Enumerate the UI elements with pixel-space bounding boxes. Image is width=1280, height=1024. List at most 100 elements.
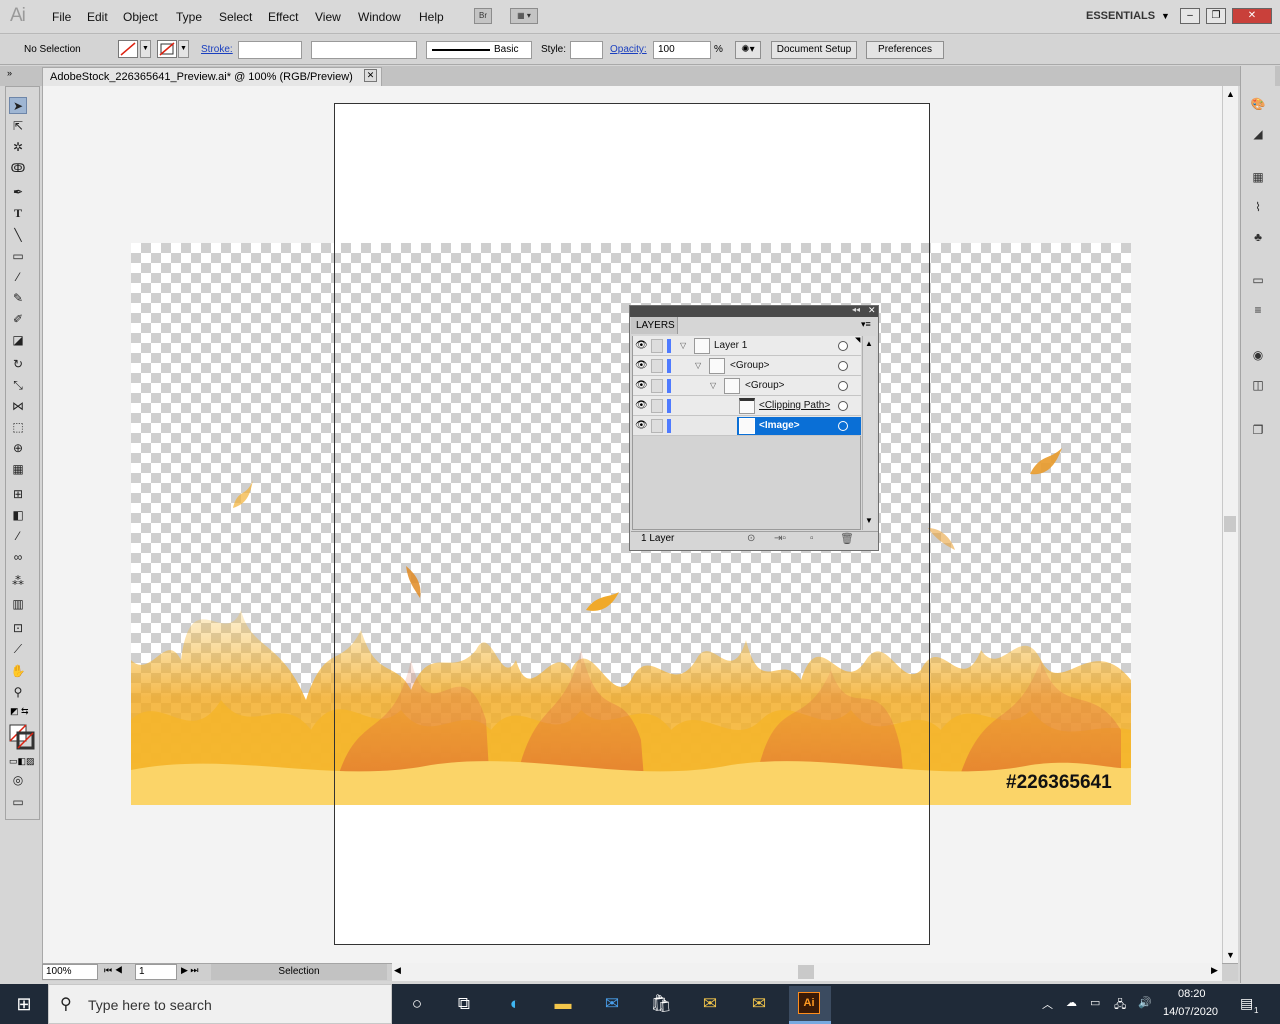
menu-file[interactable]: File bbox=[52, 10, 71, 24]
menu-effect[interactable]: Effect bbox=[268, 10, 298, 24]
lock-toggle[interactable] bbox=[651, 339, 663, 353]
drawing-mode-icon[interactable]: ◎ bbox=[9, 772, 27, 789]
expand-triangle-icon[interactable]: ▽ bbox=[680, 341, 686, 350]
lock-toggle[interactable] bbox=[651, 419, 663, 433]
menu-type[interactable]: Type bbox=[176, 10, 202, 24]
collapse-panel-icon[interactable]: ◂◂ bbox=[852, 305, 860, 314]
make-clipping-mask-icon[interactable]: ⇥▫ bbox=[774, 533, 786, 544]
onedrive-icon[interactable]: ☁ bbox=[1066, 996, 1077, 1009]
outlook-folder-icon[interactable]: ✉ bbox=[695, 990, 725, 1018]
scroll-up-icon[interactable]: ▲ bbox=[1226, 89, 1235, 99]
file-explorer-icon[interactable]: ▬ bbox=[548, 990, 578, 1018]
layer-name[interactable]: <Clipping Path> bbox=[759, 400, 830, 411]
swatches-icon[interactable]: ▦ bbox=[1249, 169, 1267, 186]
line-tool-icon[interactable]: ╲ bbox=[9, 227, 27, 244]
close-tab-icon[interactable]: ✕ bbox=[364, 69, 377, 82]
notifications-icon[interactable]: ▤ bbox=[1240, 995, 1253, 1012]
eraser-tool-icon[interactable]: ◪ bbox=[9, 332, 27, 349]
layers-panel-titlebar[interactable] bbox=[630, 306, 878, 317]
clock-date[interactable]: 14/07/2020 bbox=[1163, 1006, 1218, 1018]
paintbrush-tool-icon[interactable]: ⁄ bbox=[9, 269, 27, 286]
restore-button[interactable]: ❐ bbox=[1206, 8, 1226, 24]
blob-brush-tool-icon[interactable]: ✐ bbox=[9, 311, 27, 328]
visibility-eye-icon[interactable]: 👁 bbox=[635, 400, 648, 412]
eyedropper-tool-icon[interactable]: ⁄ bbox=[9, 528, 27, 545]
mail-folder-icon[interactable]: ✉ bbox=[744, 990, 774, 1018]
graphic-style-field[interactable] bbox=[570, 41, 603, 59]
layers-scrollbar[interactable] bbox=[862, 336, 876, 530]
layers-scroll-up-icon[interactable]: ▲ bbox=[865, 339, 873, 348]
magic-wand-tool-icon[interactable]: ✲ bbox=[9, 139, 27, 156]
opacity-field[interactable]: 100 bbox=[653, 41, 711, 59]
symbols-icon[interactable]: ♣ bbox=[1249, 229, 1267, 246]
fill-swatch[interactable] bbox=[118, 40, 138, 58]
color-guide-icon[interactable]: ◢ bbox=[1249, 126, 1267, 143]
brush-definition[interactable]: Basic bbox=[426, 41, 532, 59]
clock-time[interactable]: 08:20 bbox=[1178, 988, 1206, 1000]
layers-tab[interactable]: LAYERS bbox=[631, 317, 678, 334]
locate-object-icon[interactable]: ⊙ bbox=[747, 533, 755, 544]
menu-select[interactable]: Select bbox=[219, 10, 252, 24]
target-circle-icon[interactable] bbox=[838, 401, 848, 411]
hand-tool-icon[interactable]: ✋ bbox=[9, 663, 27, 680]
menu-object[interactable]: Object bbox=[123, 10, 158, 24]
lasso-tool-icon[interactable]: ↂ bbox=[9, 160, 27, 177]
delete-layer-icon[interactable]: 🗑 bbox=[840, 532, 854, 545]
menu-help[interactable]: Help bbox=[419, 10, 444, 24]
free-transform-tool-icon[interactable]: ⬚ bbox=[9, 419, 27, 436]
blend-tool-icon[interactable]: ∞ bbox=[9, 549, 27, 566]
color-panel-icon[interactable]: 🎨 bbox=[1249, 96, 1267, 113]
fill-dropdown[interactable]: ▼ bbox=[140, 40, 151, 58]
menu-view[interactable]: View bbox=[315, 10, 341, 24]
minimize-button[interactable]: – bbox=[1180, 8, 1200, 24]
cortana-icon[interactable]: ○ bbox=[402, 990, 432, 1018]
pencil-tool-icon[interactable]: ✎ bbox=[9, 290, 27, 307]
color-mode-icons[interactable]: ▭◧▨ bbox=[9, 756, 35, 767]
scale-tool-icon[interactable]: ⤡ bbox=[9, 377, 27, 394]
mesh-tool-icon[interactable]: ⊞ bbox=[9, 486, 27, 503]
bridge-button[interactable]: Br bbox=[474, 8, 492, 24]
illustrator-app-icon[interactable]: Ai bbox=[798, 992, 820, 1014]
target-circle-icon[interactable] bbox=[838, 361, 848, 371]
rotate-tool-icon[interactable]: ↻ bbox=[9, 356, 27, 373]
store-icon[interactable]: 🛍 bbox=[646, 990, 676, 1018]
vertical-scroll-thumb[interactable] bbox=[1224, 516, 1236, 532]
visibility-eye-icon[interactable]: 👁 bbox=[635, 420, 648, 432]
document-setup-button[interactable]: Document Setup bbox=[771, 41, 857, 59]
collapse-toolbar-icon[interactable]: » bbox=[7, 68, 12, 78]
scroll-down-icon[interactable]: ▼ bbox=[1226, 950, 1235, 960]
stroke-label[interactable]: Stroke: bbox=[201, 44, 233, 55]
edge-browser-icon[interactable]: ◐ bbox=[500, 990, 530, 1018]
target-circle-icon[interactable] bbox=[838, 381, 848, 391]
artboard-tool-icon[interactable]: ⊡ bbox=[9, 620, 27, 637]
preferences-button[interactable]: Preferences bbox=[866, 41, 944, 59]
rectangle-tool-icon[interactable]: ▭ bbox=[9, 248, 27, 265]
arrange-documents-button[interactable]: ▦ ▾ bbox=[510, 8, 538, 24]
status-menu[interactable]: Selection bbox=[211, 964, 387, 980]
default-colors-icon[interactable]: ◩ ⇆ bbox=[10, 706, 29, 717]
stroke-weight-field[interactable] bbox=[238, 41, 302, 59]
brushes-icon[interactable]: ⌇ bbox=[1249, 199, 1267, 216]
target-circle-icon[interactable] bbox=[838, 421, 848, 431]
artboard-number-field[interactable]: 1 bbox=[135, 964, 177, 980]
symbol-sprayer-tool-icon[interactable]: ⁂ bbox=[9, 573, 27, 590]
stroke-dropdown[interactable]: ▼ bbox=[178, 40, 189, 58]
type-tool-icon[interactable]: T bbox=[9, 205, 27, 222]
column-graph-tool-icon[interactable]: ▥ bbox=[9, 596, 27, 613]
scroll-left-icon[interactable]: ◀ bbox=[394, 965, 401, 976]
width-tool-icon[interactable]: ⋈ bbox=[9, 398, 27, 415]
target-circle-icon[interactable] bbox=[838, 341, 848, 351]
workspace-switcher[interactable]: ESSENTIALS bbox=[1086, 10, 1155, 22]
visibility-eye-icon[interactable]: 👁 bbox=[635, 380, 648, 392]
first-artboard-icon[interactable]: ⏮ ◀ bbox=[104, 965, 123, 976]
start-windows-icon[interactable]: ⊞ bbox=[0, 984, 48, 1024]
fill-stroke-swatches[interactable] bbox=[9, 724, 35, 750]
expand-triangle-icon[interactable]: ▽ bbox=[710, 381, 716, 390]
zoom-level-field[interactable]: 100% bbox=[42, 964, 98, 980]
layers-scroll-down-icon[interactable]: ▼ bbox=[865, 516, 873, 525]
close-button[interactable]: ✕ bbox=[1232, 8, 1272, 24]
workspace-dropdown-icon[interactable]: ▼ bbox=[1161, 11, 1170, 21]
recolor-artwork-button[interactable]: ✺▾ bbox=[735, 41, 761, 59]
layer-name[interactable]: <Group> bbox=[730, 360, 769, 371]
layer-name[interactable]: Layer 1 bbox=[714, 340, 747, 351]
